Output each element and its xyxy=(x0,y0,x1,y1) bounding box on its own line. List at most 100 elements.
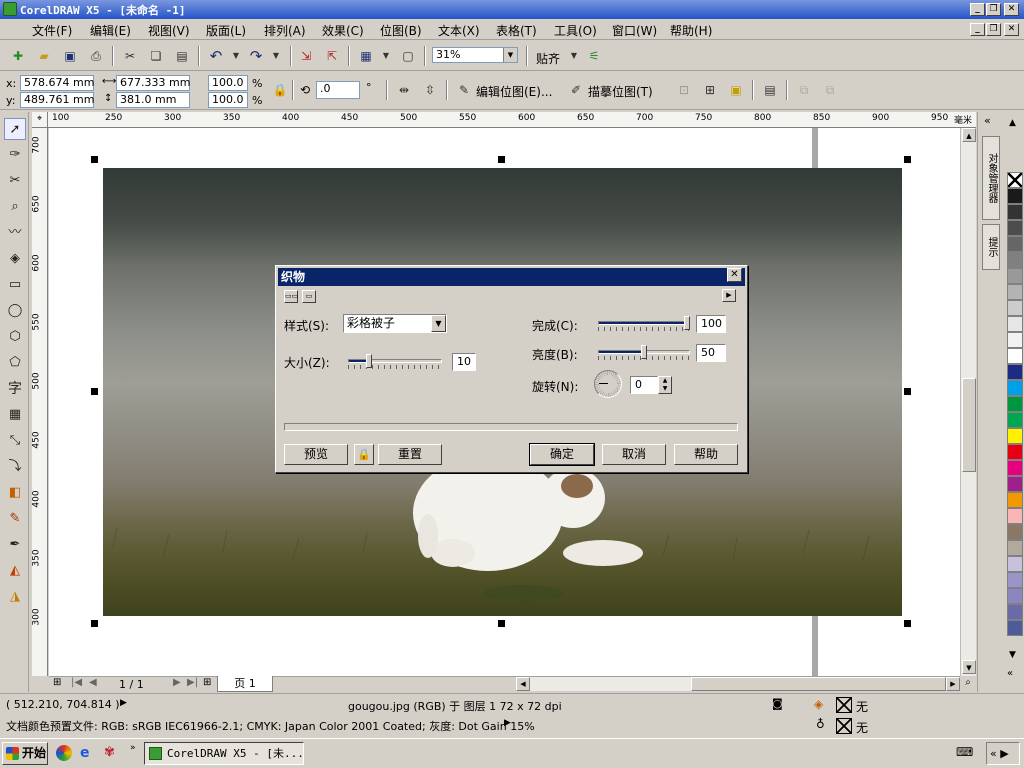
redo-dropdown-icon[interactable]: ▼ xyxy=(266,46,286,66)
save-icon[interactable]: ▣ xyxy=(60,46,80,66)
selection-handle[interactable] xyxy=(498,156,505,163)
size-slider-thumb[interactable] xyxy=(366,354,372,368)
ellipse-tool-icon[interactable]: ◯ xyxy=(4,300,26,322)
palette-swatch[interactable] xyxy=(1007,476,1023,492)
snap-to-button[interactable]: 贴齐 xyxy=(536,50,560,67)
size-input[interactable]: 10 xyxy=(452,353,476,371)
print-icon[interactable]: ⎙ xyxy=(86,46,106,66)
snap-dropdown-icon[interactable]: ▼ xyxy=(564,46,584,66)
scroll-down-icon[interactable]: ▼ xyxy=(962,660,976,674)
palette-swatch[interactable] xyxy=(1007,508,1023,524)
undo-icon[interactable]: ↶ xyxy=(206,46,226,66)
palette-swatch[interactable] xyxy=(1007,348,1023,364)
pick-tool-icon[interactable]: ➚ xyxy=(4,118,26,140)
vertical-scrollbar[interactable]: ▲ ▼ xyxy=(960,128,976,676)
trace-bitmap-button[interactable]: 描摹位图(T) xyxy=(588,83,653,100)
crop-tool-icon[interactable]: ✂ xyxy=(4,170,26,192)
minimize-icon[interactable]: _ xyxy=(970,3,985,16)
palette-swatch[interactable] xyxy=(1007,540,1023,556)
menu-bitmaps[interactable]: 位图(B) xyxy=(380,22,422,39)
to-front-icon[interactable]: ⧉ xyxy=(794,80,814,100)
object-manager-tab[interactable]: 对象管理器 xyxy=(982,136,1000,220)
horizontal-ruler[interactable]: 100 250 300 350 400 450 500 550 600 650 … xyxy=(32,112,976,128)
palette-swatch[interactable] xyxy=(1007,396,1023,412)
menu-text[interactable]: 文本(X) xyxy=(438,22,480,39)
rotation-input[interactable]: 0 xyxy=(630,376,658,394)
undo-dropdown-icon[interactable]: ▼ xyxy=(226,46,246,66)
last-page-icon[interactable]: ▶| xyxy=(187,677,198,688)
chrome-icon[interactable] xyxy=(56,745,72,761)
complete-input[interactable]: 100 xyxy=(696,315,726,333)
palette-swatch[interactable] xyxy=(1007,204,1023,220)
next-page-icon[interactable]: ▶ xyxy=(173,677,181,688)
rotation-spinner-icon[interactable]: ▲ ▼ xyxy=(658,376,672,394)
menu-effects[interactable]: 效果(C) xyxy=(322,22,364,39)
palette-swatch[interactable] xyxy=(1007,460,1023,476)
palette-swatch[interactable] xyxy=(1007,268,1023,284)
export-icon[interactable]: ⇱ xyxy=(322,46,342,66)
palette-scroll-down-icon[interactable]: ▼ xyxy=(1009,650,1016,660)
scroll-left-icon[interactable]: ◀ xyxy=(516,677,530,691)
restore-icon[interactable]: ❐ xyxy=(986,3,1001,16)
palette-swatch[interactable] xyxy=(1007,604,1023,620)
palette-swatch[interactable] xyxy=(1007,332,1023,348)
hints-tab[interactable]: 提示 xyxy=(982,224,1000,270)
mirror-vertical-icon[interactable]: ⇳ xyxy=(420,80,440,100)
lock-preview-icon[interactable]: 🔒 xyxy=(354,444,374,465)
text-tool-icon[interactable]: 字 xyxy=(4,378,26,400)
selection-handle[interactable] xyxy=(91,156,98,163)
scale-x-input[interactable]: 100.0 xyxy=(208,75,248,91)
palette-swatch[interactable] xyxy=(1007,572,1023,588)
navigator-zoom-icon[interactable]: ⌕ xyxy=(960,677,976,691)
palette-swatch[interactable] xyxy=(1007,620,1023,636)
trace-bitmap-icon[interactable]: ✐ xyxy=(566,80,586,100)
menu-edit[interactable]: 编辑(E) xyxy=(90,22,131,39)
status-expand-icon[interactable]: ▶ xyxy=(120,698,127,708)
basic-shapes-icon[interactable]: ⬠ xyxy=(4,352,26,374)
zoom-level-select[interactable]: 31% ▼ xyxy=(432,47,518,63)
rotation-angle-input[interactable]: .0 xyxy=(316,81,360,99)
launcher-dropdown-icon[interactable]: ▼ xyxy=(376,46,396,66)
vertical-scroll-thumb[interactable] xyxy=(962,378,976,472)
coreldraw-app-icon[interactable] xyxy=(3,2,17,16)
eyedropper-tool-icon[interactable]: ✎ xyxy=(4,508,26,530)
palette-swatch[interactable] xyxy=(1007,364,1023,380)
preview-button[interactable]: 预览 xyxy=(284,444,348,465)
chevron-down-icon[interactable]: ▼ xyxy=(503,48,517,62)
taskbar-coreldraw[interactable]: CorelDRAW X5 - [未... xyxy=(144,742,304,765)
shape-tool-icon[interactable]: ✑ xyxy=(4,144,26,166)
brightness-slider[interactable] xyxy=(598,345,690,361)
palette-swatch[interactable] xyxy=(1007,444,1023,460)
color-proof-icon[interactable]: ◙ xyxy=(772,697,783,710)
scale-y-input[interactable]: 100.0 xyxy=(208,92,248,108)
dimension-tool-icon[interactable]: ⤡ xyxy=(4,430,26,452)
brightness-input[interactable]: 50 xyxy=(696,344,726,362)
menu-window[interactable]: 窗口(W) xyxy=(612,22,657,39)
palette-swatch[interactable] xyxy=(1007,236,1023,252)
import-icon[interactable]: ⇲ xyxy=(296,46,316,66)
menu-view[interactable]: 视图(V) xyxy=(148,22,190,39)
menu-layout[interactable]: 版面(L) xyxy=(206,22,246,39)
palette-swatch[interactable] xyxy=(1007,252,1023,268)
new-document-icon[interactable]: ✚ xyxy=(8,46,28,66)
cut-icon[interactable]: ✂ xyxy=(120,46,140,66)
single-pane-icon[interactable]: ▭ xyxy=(302,290,316,303)
blend-tool-icon[interactable]: ◧ xyxy=(4,482,26,504)
complete-slider-thumb[interactable] xyxy=(684,316,690,330)
open-icon[interactable]: ▰ xyxy=(34,46,54,66)
edit-bitmap-button[interactable]: 编辑位图(E)... xyxy=(476,83,552,100)
add-page-before-icon[interactable]: ⊞ xyxy=(53,677,61,688)
palette-swatch[interactable] xyxy=(1007,284,1023,300)
menu-file[interactable]: 文件(F) xyxy=(32,22,72,39)
edit-bitmap-icon[interactable]: ✎ xyxy=(454,80,474,100)
menu-arrange[interactable]: 排列(A) xyxy=(264,22,306,39)
redo-icon[interactable]: ↷ xyxy=(246,46,266,66)
app-shortcut-icon[interactable]: ✾ xyxy=(104,745,120,761)
selection-handle[interactable] xyxy=(904,388,911,395)
rectangle-tool-icon[interactable]: ▭ xyxy=(4,274,26,296)
vertical-ruler[interactable]: 700 650 600 550 500 450 400 350 300 xyxy=(32,128,48,676)
close-icon[interactable]: ✕ xyxy=(1004,3,1019,16)
ruler-origin-icon[interactable]: ⌖ xyxy=(32,112,48,128)
chevron-down-icon[interactable]: ▼ xyxy=(431,315,446,332)
options-icon[interactable]: ⚟ xyxy=(584,46,604,66)
